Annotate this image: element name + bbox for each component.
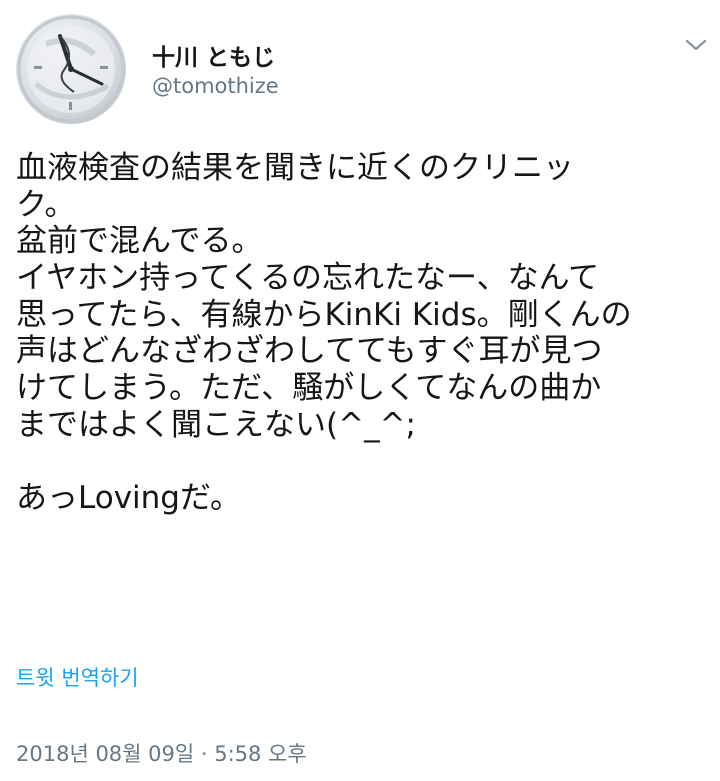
chevron-down-icon[interactable] (680, 32, 712, 58)
tweet-text-line: 盆前で混んでる。 (16, 223, 263, 260)
tweet-text-line: まではよく聞こえない(^_^; (16, 406, 416, 443)
avatar[interactable] (16, 14, 126, 124)
tweet-text-line: けてしまう。ただ、騒がしくてなんの曲か (16, 370, 602, 407)
tweet-text-line (16, 444, 716, 481)
tweet-timestamp[interactable]: 2018년 08월 09일 · 5:58 오후 (16, 738, 307, 768)
clock-photo-image (17, 15, 125, 123)
username[interactable]: @tomothize (152, 74, 279, 98)
translate-tweet-link[interactable]: 트윗 번역하기 (16, 662, 139, 692)
tweet-text: 血液検査の結果を聞きに近くのクリニッ ク。 盆前で混んでる。 イヤホン持ってくる… (16, 150, 716, 517)
tweet-text-line: あっLovingだ。 (16, 480, 242, 517)
tweet-text-line: イヤホン持ってくるの忘れたなー、なんて (16, 260, 600, 297)
tweet-detail: 十川 ともじ @tomothize 血液検査の結果を聞きに近くのクリニッ ク。 … (0, 0, 720, 781)
tweet-text-line: ク。 (16, 186, 76, 223)
tweet-text-line: 思ってたら、有線からKinKi Kids。剛くんの (16, 296, 632, 333)
tweet-text-line: 血液検査の結果を聞きに近くのクリニッ (16, 150, 574, 186)
display-name[interactable]: 十川 ともじ (152, 38, 275, 72)
tweet-text-line: 声はどんなざわざわしててもすぐ耳が見つ (16, 333, 603, 370)
